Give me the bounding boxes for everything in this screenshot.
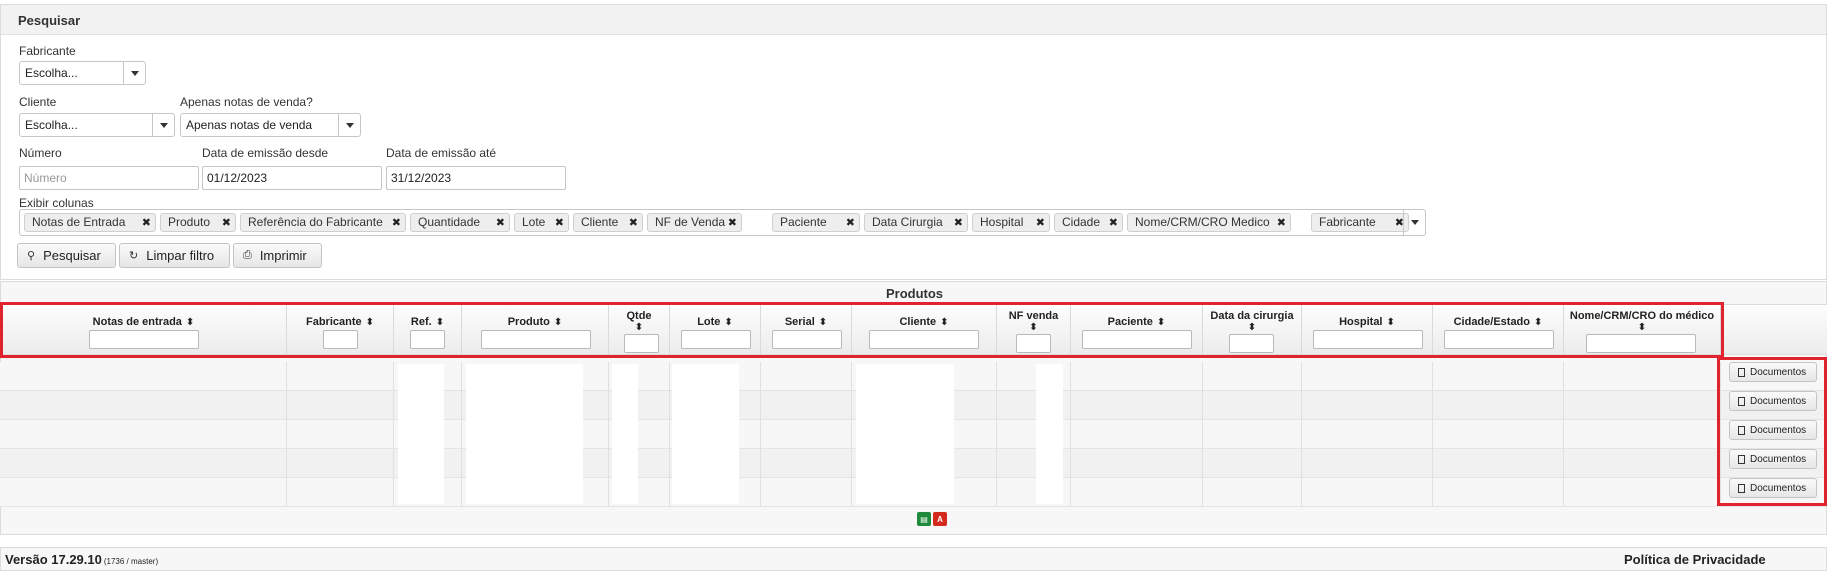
column-divider <box>996 362 997 507</box>
chevron-down-icon <box>152 114 174 136</box>
data-ate-input[interactable]: 31/12/2023 <box>386 166 566 190</box>
column-tag[interactable]: Referência do Fabricante ✖ <box>240 213 406 232</box>
remove-tag-icon[interactable]: ✖ <box>555 216 564 229</box>
column-tag[interactable]: Lote ✖ <box>514 213 569 232</box>
column-divider <box>608 362 609 507</box>
exibir-colunas-multiselect[interactable]: Notas de Entrada ✖ Produto ✖ Referência do… <box>19 209 1426 236</box>
refresh-icon: ↻ <box>129 250 139 262</box>
remove-tag-icon[interactable]: ✖ <box>629 216 638 229</box>
cliente-label: Cliente <box>19 95 57 109</box>
remove-tag-icon[interactable]: ✖ <box>728 216 737 229</box>
apenas-notas-select-value: Apenas notas de venda <box>186 118 313 132</box>
data-ate-label: Data de emissão até <box>386 146 497 160</box>
column-divider <box>760 362 761 507</box>
column-tag[interactable]: Nome/CRM/CRO Medico ✖ <box>1127 213 1291 232</box>
data-desde-input[interactable]: 01/12/2023 <box>202 166 382 190</box>
column-divider <box>1432 362 1433 507</box>
remove-tag-icon[interactable]: ✖ <box>1277 216 1286 229</box>
column-divider <box>669 362 670 507</box>
privacy-link[interactable]: Política de Privacidade <box>1624 552 1766 567</box>
column-divider <box>1301 362 1302 507</box>
footer: Versão 17.29.10 (1736 / master) Política … <box>0 547 1827 571</box>
remove-tag-icon[interactable]: ✖ <box>222 216 231 229</box>
produtos-title: Produtos <box>885 286 944 301</box>
redacted-area <box>672 364 739 504</box>
remove-tag-icon[interactable]: ✖ <box>846 216 855 229</box>
exibir-colunas-label: Exibir colunas <box>19 196 94 210</box>
column-divider <box>1563 362 1564 507</box>
numero-input[interactable]: Número <box>19 166 199 190</box>
redacted-area <box>612 364 638 504</box>
column-tag[interactable]: Notas de Entrada ✖ <box>24 213 156 232</box>
cliente-select[interactable]: Escolha... <box>19 113 175 137</box>
version-text: Versão 17.29.10 (1736 / master) <box>5 552 159 567</box>
remove-tag-icon[interactable]: ✖ <box>1109 216 1118 229</box>
column-divider <box>1202 362 1203 507</box>
redacted-area <box>398 364 444 504</box>
fabricante-label: Fabricante <box>19 44 76 58</box>
apenas-notas-label: Apenas notas de venda? <box>180 95 313 109</box>
column-tag[interactable]: Hospital ✖ <box>972 213 1050 232</box>
apenas-notas-select[interactable]: Apenas notas de venda <box>180 113 361 137</box>
redacted-area <box>856 364 954 504</box>
redacted-area <box>466 364 583 504</box>
column-tag[interactable]: Paciente ✖ <box>772 213 860 232</box>
numero-label: Número <box>19 146 62 160</box>
pdf-icon[interactable]: A <box>933 512 947 526</box>
column-tag[interactable]: NF de Venda ✖ <box>647 213 742 232</box>
column-divider <box>1070 362 1071 507</box>
chevron-down-icon <box>123 62 145 84</box>
search-panel: Pesquisar <box>0 4 1827 280</box>
search-icon: ⚲ <box>27 250 36 262</box>
chevron-down-icon <box>338 114 360 136</box>
remove-tag-icon[interactable]: ✖ <box>954 216 963 229</box>
search-panel-title: Pesquisar <box>1 5 1826 35</box>
column-divider <box>851 362 852 507</box>
remove-tag-icon[interactable]: ✖ <box>142 216 151 229</box>
column-tag[interactable]: Produto ✖ <box>160 213 236 232</box>
print-icon: ⎙ <box>243 249 252 261</box>
remove-tag-icon[interactable]: ✖ <box>1036 216 1045 229</box>
column-divider <box>286 362 287 507</box>
column-tag[interactable]: Quantidade ✖ <box>410 213 510 232</box>
column-tag[interactable]: Fabricante ✖ <box>1311 213 1409 232</box>
column-divider <box>461 362 462 507</box>
limpar-filtro-button[interactable]: ↻ Limpar filtro <box>119 243 230 268</box>
remove-tag-icon[interactable]: ✖ <box>496 216 505 229</box>
fabricante-select-value: Escolha... <box>25 66 78 80</box>
column-tag[interactable]: Cliente ✖ <box>573 213 643 232</box>
redacted-area <box>1036 364 1063 504</box>
column-tag[interactable]: Cidade ✖ <box>1054 213 1123 232</box>
remove-tag-icon[interactable]: ✖ <box>392 216 401 229</box>
column-divider <box>393 362 394 507</box>
highlight-box <box>1717 357 1827 506</box>
spreadsheet-icon[interactable]: ▤ <box>917 512 931 526</box>
column-tag[interactable]: Data Cirurgia ✖ <box>864 213 968 232</box>
imprimir-button[interactable]: ⎙ Imprimir <box>233 243 322 268</box>
pesquisar-button[interactable]: ⚲ Pesquisar <box>17 243 116 268</box>
fabricante-select[interactable]: Escolha... <box>19 61 146 85</box>
chevron-down-icon[interactable] <box>1403 210 1425 235</box>
data-desde-label: Data de emissão desde <box>202 146 329 160</box>
cliente-select-value: Escolha... <box>25 118 78 132</box>
highlight-box <box>0 302 1724 358</box>
